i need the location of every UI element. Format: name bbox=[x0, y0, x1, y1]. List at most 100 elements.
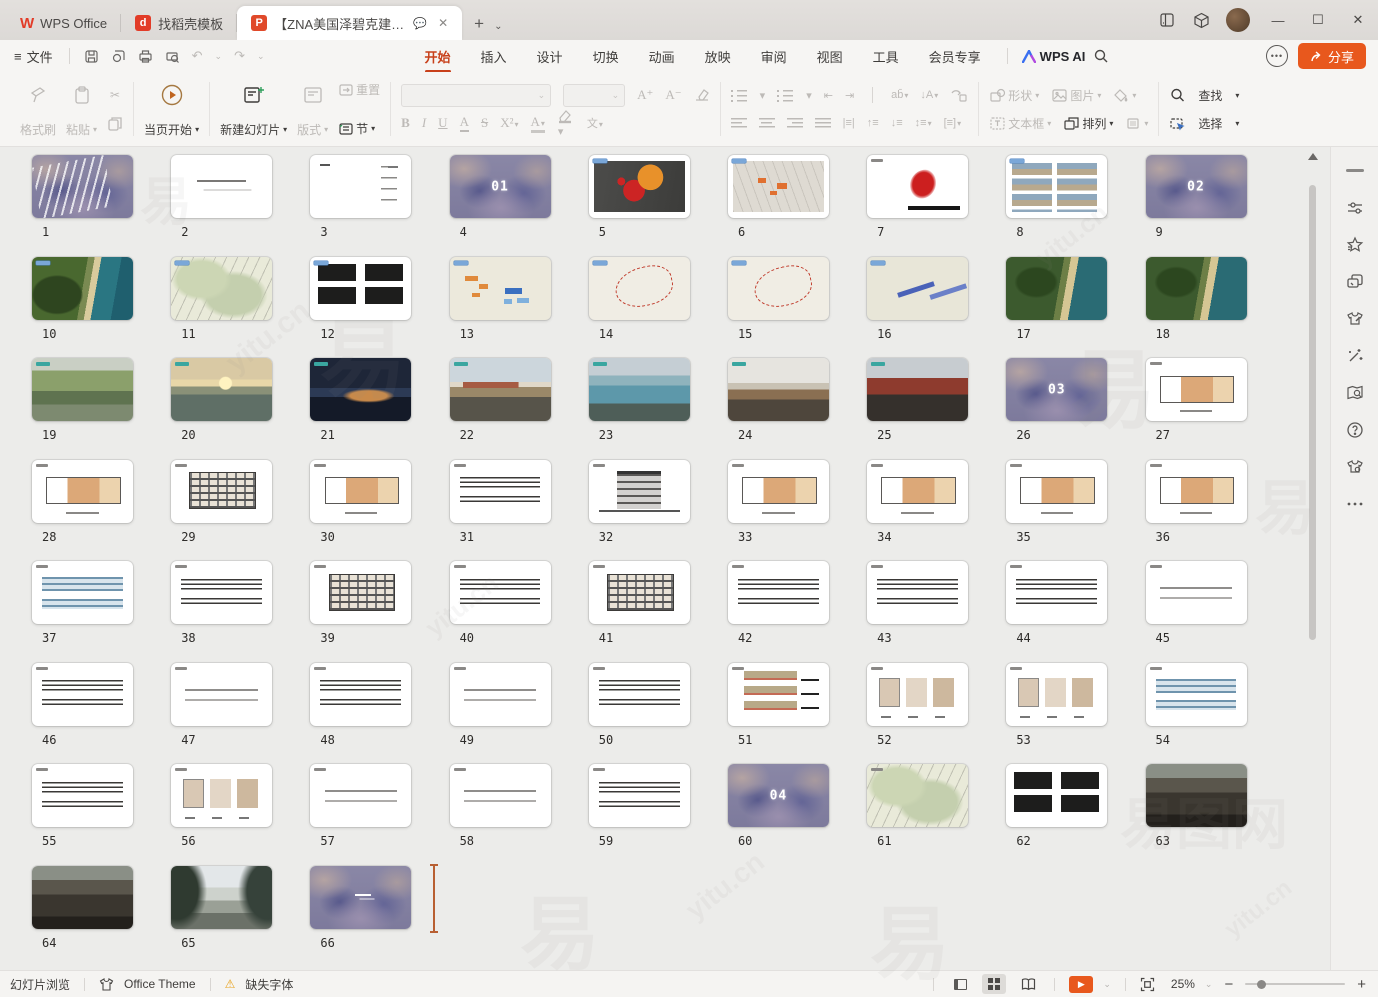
format-painter-button[interactable]: 格式刷 bbox=[20, 78, 56, 140]
slide-thumbnail-18[interactable] bbox=[1146, 257, 1247, 320]
share-button[interactable]: 分享 bbox=[1298, 43, 1366, 69]
slide-thumbnail-11[interactable] bbox=[171, 257, 272, 320]
scroll-up-arrow[interactable] bbox=[1308, 153, 1318, 160]
normal-view-button[interactable] bbox=[948, 974, 972, 994]
slide-thumbnail-20[interactable] bbox=[171, 358, 272, 421]
slide-thumbnail-46[interactable] bbox=[32, 663, 133, 726]
vertical-text-icon[interactable]: ↓A▾ bbox=[920, 89, 938, 101]
slide-thumbnail-61[interactable] bbox=[867, 764, 968, 827]
select-button[interactable]: 选择▾ bbox=[1169, 109, 1239, 137]
menu-tab[interactable]: 开始 bbox=[423, 42, 453, 71]
line-spacing-icon[interactable]: ↕≡▾ bbox=[915, 117, 932, 129]
decrease-font-icon[interactable]: A⁻ bbox=[665, 87, 681, 103]
close-window-button[interactable]: ✕ bbox=[1338, 0, 1378, 40]
slide-thumbnail-42[interactable] bbox=[728, 561, 829, 624]
save-icon[interactable] bbox=[84, 49, 99, 64]
menu-tab[interactable]: 动画 bbox=[647, 42, 677, 71]
split-view-icon[interactable] bbox=[1150, 0, 1184, 40]
slide-thumbnail-59[interactable] bbox=[589, 764, 690, 827]
slide-thumbnail-60[interactable]: 04 bbox=[728, 764, 829, 827]
shape-outline-icon[interactable]: ▾ bbox=[1125, 116, 1148, 131]
slide-thumbnail-29[interactable] bbox=[171, 460, 272, 523]
search-icon[interactable] bbox=[1093, 48, 1109, 64]
slide-thumbnail-10[interactable] bbox=[32, 257, 133, 320]
tab-list-chevron-icon[interactable]: ⌄ bbox=[494, 21, 508, 40]
reset-button[interactable]: 重置 bbox=[338, 81, 380, 98]
new-slide-button[interactable]: 新建幻灯片▾ bbox=[220, 78, 287, 140]
increase-indent-icon[interactable]: ⇥ bbox=[845, 89, 854, 102]
magic-wand-icon[interactable] bbox=[1345, 346, 1365, 366]
slide-thumbnail-66[interactable] bbox=[310, 866, 411, 929]
convert-smartart-icon[interactable] bbox=[950, 88, 968, 103]
slide-thumbnail-26[interactable]: 03 bbox=[1006, 358, 1107, 421]
slide-thumbnail-12[interactable] bbox=[310, 257, 411, 320]
print-icon[interactable] bbox=[138, 49, 153, 64]
design-theme-icon[interactable] bbox=[1345, 309, 1365, 329]
redo-icon[interactable]: ↷ bbox=[234, 48, 245, 64]
slide-thumbnail-50[interactable] bbox=[589, 663, 690, 726]
justify-icon[interactable] bbox=[815, 117, 831, 130]
font-size-select[interactable]: ⌄ bbox=[563, 84, 625, 107]
slide-thumbnail-41[interactable] bbox=[589, 561, 690, 624]
zoom-in-button[interactable]: + bbox=[1355, 976, 1368, 993]
slide-thumbnail-31[interactable] bbox=[450, 460, 551, 523]
slide-thumbnail-64[interactable] bbox=[32, 866, 133, 929]
zoom-level[interactable]: 25% bbox=[1165, 977, 1195, 991]
slide-thumbnail-15[interactable] bbox=[728, 257, 829, 320]
highlight-color-icon[interactable]: ▾ bbox=[557, 109, 575, 138]
copy-icon[interactable] bbox=[107, 109, 123, 138]
slide-thumbnail-30[interactable] bbox=[310, 460, 411, 523]
slide-sorter-view-button[interactable] bbox=[982, 974, 1006, 994]
play-from-current-button[interactable]: 当页开始▾ bbox=[144, 78, 199, 140]
slide-thumbnail-58[interactable] bbox=[450, 764, 551, 827]
slide-thumbnail-6[interactable] bbox=[728, 155, 829, 218]
zoom-slider[interactable] bbox=[1245, 983, 1345, 985]
slide-thumbnail-36[interactable] bbox=[1146, 460, 1247, 523]
slide-sorter-canvas[interactable]: 1230145678029101112131415161718192021222… bbox=[0, 147, 1330, 970]
slide-thumbnail-57[interactable] bbox=[310, 764, 411, 827]
slide-thumbnail-55[interactable] bbox=[32, 764, 133, 827]
transition-layers-icon[interactable] bbox=[1345, 272, 1365, 292]
assistant-icon[interactable]: ••• bbox=[1266, 45, 1288, 67]
slide-thumbnail-52[interactable] bbox=[867, 663, 968, 726]
new-tab-button[interactable]: + bbox=[462, 14, 494, 40]
slide-thumbnail-44[interactable] bbox=[1006, 561, 1107, 624]
fit-to-window-icon[interactable] bbox=[1140, 977, 1155, 992]
slide-thumbnail-45[interactable] bbox=[1146, 561, 1247, 624]
output-icon[interactable] bbox=[111, 49, 126, 64]
slide-thumbnail-17[interactable] bbox=[1006, 257, 1107, 320]
slide-thumbnail-47[interactable] bbox=[171, 663, 272, 726]
textbox-button[interactable]: 文本框▾ bbox=[989, 115, 1051, 132]
font-name-select[interactable]: ⌄ bbox=[401, 84, 551, 107]
file-menu-button[interactable]: ≡ 文件 bbox=[0, 47, 63, 66]
collapse-pane-icon[interactable] bbox=[1345, 161, 1365, 181]
section-button[interactable]: 节▾ bbox=[338, 120, 380, 137]
slide-thumbnail-38[interactable] bbox=[171, 561, 272, 624]
slide-thumbnail-48[interactable] bbox=[310, 663, 411, 726]
bullet-list-icon[interactable] bbox=[731, 89, 747, 102]
phonetic-guide-icon[interactable]: 文▾ bbox=[587, 115, 603, 131]
align-left-icon[interactable] bbox=[731, 117, 747, 130]
arrange-button[interactable]: 排列▾ bbox=[1063, 115, 1113, 132]
comment-bubble-icon[interactable]: 💬 bbox=[413, 17, 427, 30]
slide-thumbnail-21[interactable] bbox=[310, 358, 411, 421]
help-icon[interactable] bbox=[1345, 420, 1365, 440]
find-button[interactable]: 查找▾ bbox=[1169, 81, 1239, 109]
play-options-chevron-icon[interactable]: ⌄ bbox=[1103, 979, 1111, 990]
undo-icon[interactable]: ↶ bbox=[192, 48, 203, 64]
slide-thumbnail-51[interactable] bbox=[728, 663, 829, 726]
effects-star-icon[interactable] bbox=[1345, 235, 1365, 255]
clear-format-icon[interactable] bbox=[694, 88, 710, 102]
menu-tab[interactable]: 视图 bbox=[815, 42, 845, 71]
picture-button[interactable]: 图片▾ bbox=[1051, 87, 1101, 104]
zoom-chevron-icon[interactable]: ⌄ bbox=[1205, 979, 1213, 990]
slide-thumbnail-24[interactable] bbox=[728, 358, 829, 421]
slide-thumbnail-14[interactable] bbox=[589, 257, 690, 320]
slide-thumbnail-2[interactable] bbox=[171, 155, 272, 218]
slide-thumbnail-56[interactable] bbox=[171, 764, 272, 827]
text-direction-icon[interactable]: ab̄▾ bbox=[891, 89, 908, 101]
slide-thumbnail-54[interactable] bbox=[1146, 663, 1247, 726]
slide-thumbnail-53[interactable] bbox=[1006, 663, 1107, 726]
bold-icon[interactable]: B bbox=[401, 115, 410, 131]
close-tab-icon[interactable]: ✕ bbox=[438, 16, 448, 30]
